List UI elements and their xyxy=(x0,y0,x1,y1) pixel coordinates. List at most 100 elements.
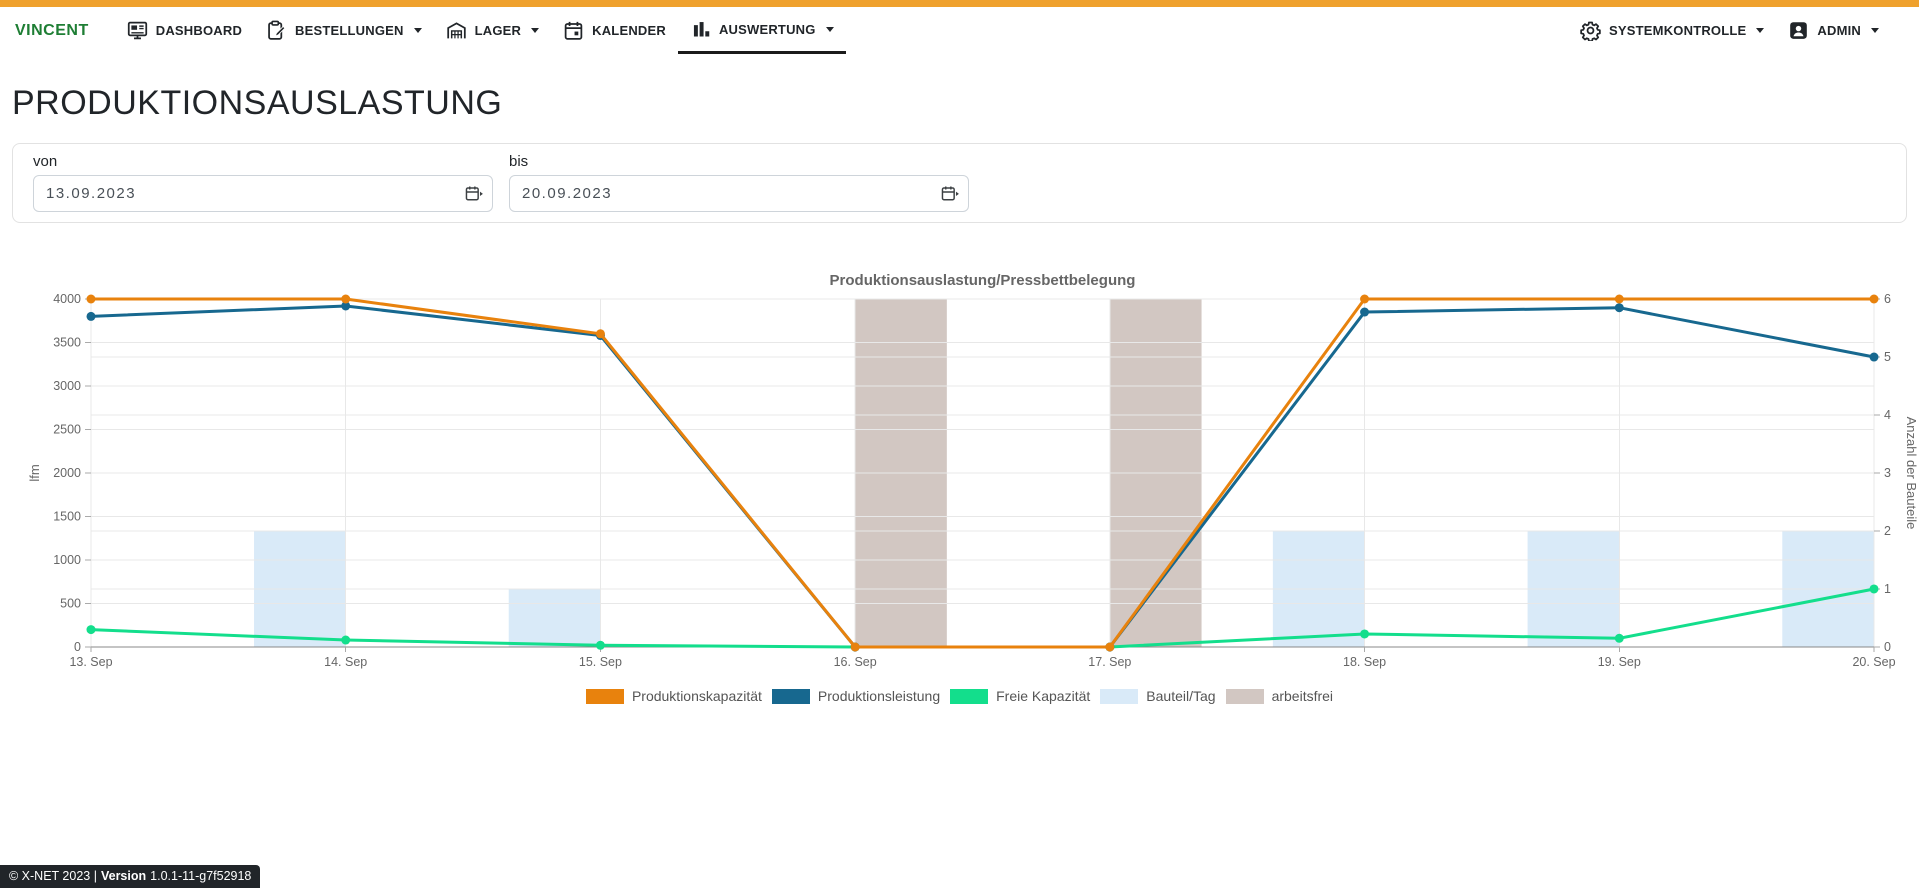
point-Freie Kapazität xyxy=(1615,634,1624,643)
svg-text:0: 0 xyxy=(74,640,81,654)
right-axis-title: Anzahl der Bauteile xyxy=(1904,417,1919,530)
svg-text:2: 2 xyxy=(1884,524,1891,538)
nav-right: SYSTEMKONTROLLE ADMIN xyxy=(1568,7,1891,54)
point-Freie Kapazität xyxy=(1360,629,1369,638)
nav-item-label: SYSTEMKONTROLLE xyxy=(1609,23,1746,38)
chart-title: Produktionsauslastung/Pressbettbelegung xyxy=(830,272,1136,289)
point-Produktionsleistung xyxy=(87,312,96,321)
nav-item-auswertung[interactable]: AUSWERTUNG xyxy=(678,7,846,54)
footer-version-value: 1.0.1-11-g7f52918 xyxy=(150,869,251,883)
to-date-picker-icon[interactable] xyxy=(941,184,960,203)
chevron-down-icon xyxy=(1871,28,1879,33)
chevron-down-icon xyxy=(531,28,539,33)
legend-swatch xyxy=(950,689,988,704)
point-Produktionskapazität xyxy=(596,329,605,338)
svg-text:13. Sep: 13. Sep xyxy=(69,655,112,669)
nav-item-label: BESTELLUNGEN xyxy=(295,23,404,38)
svg-text:14. Sep: 14. Sep xyxy=(324,655,367,669)
from-date-picker-icon[interactable] xyxy=(465,184,484,203)
legend-item[interactable]: Bauteil/Tag xyxy=(1100,688,1215,704)
svg-text:1000: 1000 xyxy=(53,553,81,567)
legend-item[interactable]: arbeitsfrei xyxy=(1226,688,1333,704)
point-Produktionskapazität xyxy=(851,643,860,652)
page-title: PRODUKTIONSAUSLASTUNG xyxy=(12,84,1907,123)
nav-item-kalender[interactable]: KALENDER xyxy=(551,7,678,54)
svg-text:3500: 3500 xyxy=(53,336,81,350)
person-icon xyxy=(1788,20,1809,41)
svg-text:4000: 4000 xyxy=(53,292,81,306)
svg-text:2500: 2500 xyxy=(53,423,81,437)
point-Freie Kapazität xyxy=(596,641,605,650)
nav-item-dashboard[interactable]: DASHBOARD xyxy=(115,7,254,54)
svg-text:6: 6 xyxy=(1884,292,1891,306)
to-date-label: bis xyxy=(509,153,969,170)
legend-swatch xyxy=(1100,689,1138,704)
nav-item-systemkontrolle[interactable]: SYSTEMKONTROLLE xyxy=(1568,7,1776,54)
point-Produktionsleistung xyxy=(1870,353,1879,362)
legend-label: Freie Kapazität xyxy=(996,688,1090,704)
point-Produktionskapazität xyxy=(1615,295,1624,304)
bar-Bauteil/Tag xyxy=(509,589,601,647)
svg-text:2000: 2000 xyxy=(53,466,81,480)
from-date-label: von xyxy=(33,153,493,170)
top-accent-bar xyxy=(0,0,1919,7)
legend-swatch xyxy=(1226,689,1264,704)
nav-item-label: DASHBOARD xyxy=(156,23,242,38)
svg-text:4: 4 xyxy=(1884,408,1891,422)
nav-item-admin[interactable]: ADMIN xyxy=(1776,7,1891,54)
svg-text:1500: 1500 xyxy=(53,510,81,524)
left-axis-title: lfm xyxy=(27,464,42,481)
point-Freie Kapazität xyxy=(1870,584,1879,593)
nav-item-label: KALENDER xyxy=(592,23,666,38)
footer-copyright: © X-NET 2023 | xyxy=(9,869,97,883)
utilization-chart: Produktionsauslastung/Pressbettbelegung 0… xyxy=(24,269,1919,677)
chevron-down-icon xyxy=(1756,28,1764,33)
footer-version-badge: © X-NET 2023 | Version 1.0.1-11-g7f52918 xyxy=(0,865,260,888)
warehouse-icon xyxy=(446,20,467,41)
footer-version-label: Version xyxy=(101,869,146,883)
point-Produktionsleistung xyxy=(1360,308,1369,317)
from-date-input[interactable] xyxy=(33,175,493,212)
dashboard-icon xyxy=(127,20,148,41)
nav-item-lager[interactable]: LAGER xyxy=(434,7,552,54)
legend-item[interactable]: Produktionskapazität xyxy=(586,688,762,704)
svg-text:3: 3 xyxy=(1884,466,1891,480)
legend-item[interactable]: Produktionsleistung xyxy=(772,688,940,704)
point-Produktionskapazität xyxy=(87,295,96,304)
calendar-icon xyxy=(563,20,584,41)
svg-text:0: 0 xyxy=(1884,640,1891,654)
svg-text:5: 5 xyxy=(1884,350,1891,364)
orders-icon xyxy=(266,20,287,41)
legend-label: Bauteil/Tag xyxy=(1146,688,1215,704)
svg-text:19. Sep: 19. Sep xyxy=(1598,655,1641,669)
chevron-down-icon xyxy=(414,28,422,33)
point-Produktionskapazität xyxy=(1360,295,1369,304)
gear-icon xyxy=(1580,20,1601,41)
point-Produktionskapazität xyxy=(1870,295,1879,304)
chevron-down-icon xyxy=(826,27,834,32)
svg-text:18. Sep: 18. Sep xyxy=(1343,655,1386,669)
point-Freie Kapazität xyxy=(87,625,96,634)
legend-swatch xyxy=(772,689,810,704)
legend-swatch xyxy=(586,689,624,704)
svg-text:16. Sep: 16. Sep xyxy=(834,655,877,669)
main-navbar: VINCENT DASHBOARD BESTELLUNGEN LAGER KALEND… xyxy=(0,7,1919,54)
svg-text:20. Sep: 20. Sep xyxy=(1852,655,1895,669)
svg-text:1: 1 xyxy=(1884,582,1891,596)
point-Produktionskapazität xyxy=(1105,643,1114,652)
svg-text:3000: 3000 xyxy=(53,379,81,393)
nav-item-label: AUSWERTUNG xyxy=(719,22,816,37)
nav-item-label: LAGER xyxy=(475,23,522,38)
legend-label: Produktionskapazität xyxy=(632,688,762,704)
nav-item-label: ADMIN xyxy=(1817,23,1861,38)
svg-text:500: 500 xyxy=(60,597,81,611)
to-date-input[interactable] xyxy=(509,175,969,212)
nav-left: DASHBOARD BESTELLUNGEN LAGER KALENDER AUSWER… xyxy=(115,7,846,54)
point-Produktionsleistung xyxy=(1615,303,1624,312)
nav-item-bestellungen[interactable]: BESTELLUNGEN xyxy=(254,7,434,54)
brand-logo[interactable]: VINCENT xyxy=(15,7,89,54)
svg-text:17. Sep: 17. Sep xyxy=(1088,655,1131,669)
legend-item[interactable]: Freie Kapazität xyxy=(950,688,1090,704)
bar-chart-icon xyxy=(690,19,711,40)
svg-text:15. Sep: 15. Sep xyxy=(579,655,622,669)
